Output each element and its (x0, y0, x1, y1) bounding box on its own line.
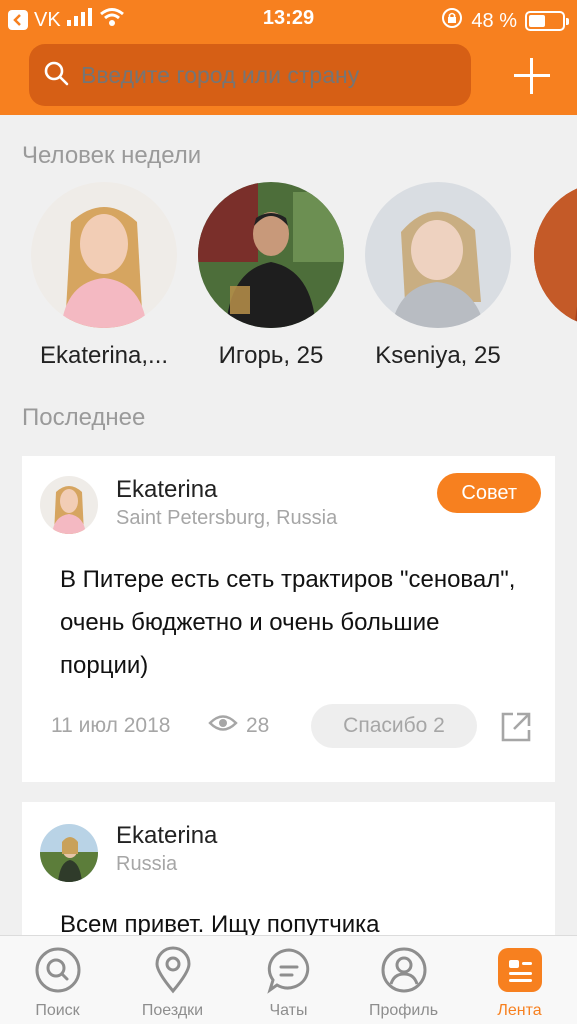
views-counter: 28 (208, 712, 269, 740)
tab-label: Поездки (141, 1002, 204, 1019)
rotation-lock-icon (441, 7, 463, 35)
person-name: Ekaterina,... (39, 342, 169, 369)
person-avatar (534, 182, 577, 328)
section-title-latest: Последнее (22, 404, 146, 431)
author-location: Russia (116, 853, 178, 875)
people-carousel[interactable]: Ekaterina,... Игорь, 25 Kseniya, 25 (0, 182, 577, 372)
post-card[interactable]: Ekaterina Saint Petersburg, Russia Совет… (22, 456, 555, 782)
views-count: 28 (246, 714, 270, 737)
tab-label: Профиль (368, 1002, 439, 1019)
profile-icon (380, 946, 428, 994)
tab-label: Чаты (269, 1002, 308, 1019)
person-avatar (198, 182, 344, 328)
tab-profile[interactable]: Профиль (346, 946, 461, 1020)
person-name: Игорь, 25 (218, 342, 324, 369)
app-header: VK 13:29 48 % Введите город или страну (0, 0, 577, 115)
post-date: 11 июл 2018 (51, 714, 171, 737)
search-icon (43, 60, 69, 91)
status-bar: VK 13:29 48 % (0, 0, 577, 38)
person-card[interactable] (518, 182, 577, 328)
location-pin-icon (149, 946, 197, 994)
thanks-button[interactable]: Спасибо 2 (311, 704, 477, 748)
author-avatar[interactable] (40, 476, 98, 534)
person-card[interactable]: Ekaterina,... (14, 182, 194, 370)
author-location: Saint Petersburg, Russia (116, 507, 338, 529)
person-name: Kseniya, 25 (375, 342, 501, 369)
share-icon[interactable] (499, 710, 533, 744)
person-card[interactable]: Игорь, 25 (181, 182, 361, 370)
tab-search[interactable]: Поиск (0, 946, 115, 1020)
tab-chats[interactable]: Чаты (231, 946, 346, 1020)
search-bar[interactable] (29, 44, 471, 106)
search-circle-icon (34, 946, 82, 994)
person-card[interactable]: Kseniya, 25 (348, 182, 528, 370)
person-avatar (365, 182, 511, 328)
battery-icon (525, 11, 569, 31)
chat-bubble-icon (265, 946, 313, 994)
author-name[interactable]: Ekaterina (116, 476, 217, 504)
post-card[interactable]: Ekaterina Russia Всем привет. Ищу попутч… (22, 802, 555, 942)
tab-bar: Поиск Поездки Чаты Профиль Лента (0, 935, 577, 1024)
search-input[interactable] (81, 61, 441, 89)
add-button[interactable] (514, 58, 550, 94)
tip-badge: Совет (437, 473, 541, 513)
feed-icon (496, 946, 544, 994)
person-avatar (31, 182, 177, 328)
eye-icon (208, 712, 238, 740)
battery-percent: 48 % (471, 9, 517, 32)
tab-feed[interactable]: Лента (462, 946, 577, 1020)
section-title-week-people: Человек недели (22, 142, 202, 169)
author-name[interactable]: Ekaterina (116, 822, 217, 850)
author-avatar[interactable] (40, 824, 98, 882)
post-text: В Питере есть сеть трактиров "сеновал", … (60, 566, 516, 679)
tab-label: Поиск (35, 1002, 80, 1019)
tab-trips[interactable]: Поездки (115, 946, 230, 1020)
tab-label: Лента (497, 1002, 542, 1019)
